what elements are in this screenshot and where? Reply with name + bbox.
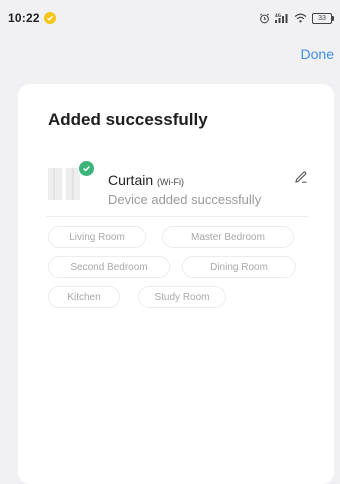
room-chip-living-room[interactable]: Living Room bbox=[48, 226, 146, 248]
status-time: 10:22 bbox=[8, 11, 40, 25]
check-icon bbox=[78, 160, 95, 177]
room-selector: Living Room Master Bedroom Second Bedroo… bbox=[48, 226, 318, 316]
device-name: Curtain (Wi-Fi) bbox=[108, 172, 184, 188]
room-row: Living Room Master Bedroom bbox=[48, 226, 318, 248]
device-row: Curtain (Wi-Fi) Device added successfull… bbox=[46, 160, 308, 207]
divider bbox=[46, 216, 308, 217]
room-row: Second Bedroom Dining Room bbox=[48, 256, 318, 278]
device-name-label: Curtain bbox=[108, 172, 154, 188]
room-chip-study-room[interactable]: Study Room bbox=[138, 286, 226, 308]
edit-pencil-icon[interactable] bbox=[294, 170, 308, 184]
room-chip-kitchen[interactable]: Kitchen bbox=[48, 286, 120, 308]
notification-badge-icon bbox=[43, 12, 56, 24]
room-chip-dining-room[interactable]: Dining Room bbox=[182, 256, 296, 278]
room-chip-master-bedroom[interactable]: Master Bedroom bbox=[162, 226, 294, 248]
done-button[interactable]: Done bbox=[301, 46, 334, 62]
room-chip-second-bedroom[interactable]: Second Bedroom bbox=[48, 256, 170, 278]
room-row: Kitchen Study Room bbox=[48, 286, 318, 308]
svg-text:4G: 4G bbox=[275, 13, 281, 18]
device-status: Device added successfully bbox=[108, 192, 262, 207]
card-title: Added successfully bbox=[48, 110, 208, 129]
result-card: Added successfully Curtain (Wi-Fi) Devic… bbox=[18, 84, 334, 484]
status-left: 10:22 bbox=[8, 11, 56, 25]
device-connection: (Wi-Fi) bbox=[157, 177, 185, 187]
status-bar: 10:22 4G 33 bbox=[0, 0, 340, 36]
alarm-icon bbox=[259, 13, 270, 24]
battery-icon: 33 bbox=[312, 12, 334, 24]
wifi-icon bbox=[294, 13, 307, 23]
signal-icon: 4G bbox=[275, 13, 289, 23]
status-right: 4G 33 bbox=[259, 12, 334, 24]
